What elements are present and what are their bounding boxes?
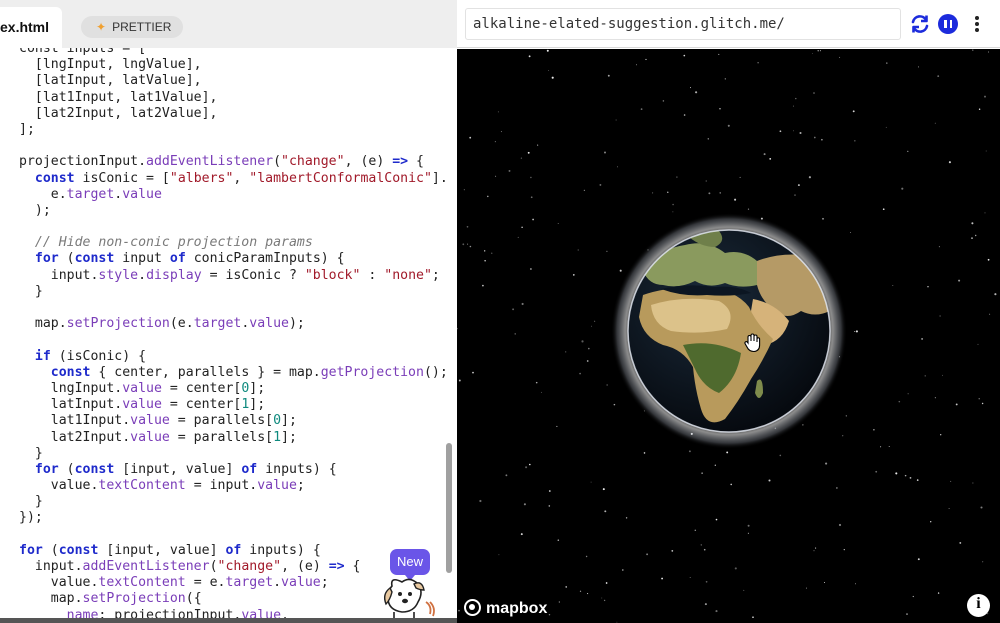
code-line: for (const input of conicParamInputs) {	[34, 251, 345, 267]
code-line: lngInput.value = center[0];	[19, 380, 266, 396]
new-badge-label: New	[396, 554, 423, 569]
preview-header: alkaline-elated-suggestion.glitch.me/	[457, 0, 1000, 48]
code-line: [lat2Input, lat2Value],	[19, 105, 218, 121]
prettier-button[interactable]: ✦ PRETTIER	[81, 16, 183, 38]
mapbox-logo-text: mapbox	[486, 600, 548, 617]
mapbox-logo[interactable]: mapbox	[464, 598, 547, 620]
editor-bottom-bar	[0, 618, 457, 623]
code-line: e.target.value	[19, 186, 162, 202]
info-button[interactable]: i	[967, 594, 990, 617]
code-line: });	[19, 510, 43, 526]
glitch-mascot-icon[interactable]	[380, 578, 440, 623]
code-line: // Hide non-conic projection params	[19, 235, 313, 251]
sparkle-icon: ✦	[96, 20, 107, 34]
tab-file[interactable]: ex.html	[0, 7, 62, 48]
map-canvas[interactable]: mapbox i	[457, 49, 1000, 623]
code-line: ];	[19, 121, 35, 137]
code-line: for (const [input, value] of inputs) {	[34, 461, 337, 477]
code-line: const inputs = [	[19, 48, 147, 56]
code-line: const { center, parallels } = map.getPro…	[50, 364, 448, 380]
code-lines: const inputs = [ [lngInput, lngValue], […	[19, 48, 448, 623]
code-line: input.style.display = isConic ? "block" …	[19, 267, 440, 283]
code-line: projectionInput.addEventListener("change…	[19, 154, 424, 170]
starfield-globe	[457, 49, 997, 623]
code-line: input.addEventListener("change", (e) => …	[19, 559, 361, 574]
pause-button[interactable]	[938, 14, 958, 34]
editor-header: ex.html ✦ PRETTIER	[0, 0, 457, 48]
refresh-icon[interactable]	[909, 13, 931, 35]
tab-file-label: ex.html	[0, 19, 50, 35]
url-text: alkaline-elated-suggestion.glitch.me/	[473, 16, 785, 32]
code-editor[interactable]: const inputs = [ [lngInput, lngValue], […	[0, 48, 457, 623]
mapbox-logo-icon	[464, 599, 481, 616]
code-line: value.textContent = input.value;	[19, 478, 305, 494]
code-line: [lngInput, lngValue],	[19, 57, 202, 73]
code-line: lat2Input.value = parallels[1];	[19, 429, 297, 445]
grab-hand-icon	[744, 333, 761, 353]
prettier-label: PRETTIER	[112, 20, 172, 34]
code-line: const isConic = ["albers", "lambertConfo…	[34, 170, 448, 186]
code-line: for (const [input, value] of inputs) {	[19, 542, 321, 558]
pause-icon	[944, 20, 947, 28]
code-line: }	[19, 494, 43, 510]
code-line: if (isConic) {	[34, 348, 147, 364]
editor-scrollbar-thumb[interactable]	[446, 443, 452, 573]
code-line: [latInput, latValue],	[19, 73, 202, 89]
info-icon: i	[976, 595, 981, 612]
code-line: latInput.value = center[1];	[19, 397, 266, 413]
url-field[interactable]: alkaline-elated-suggestion.glitch.me/	[465, 8, 901, 40]
code-line: }	[19, 283, 43, 299]
preview-pane: alkaline-elated-suggestion.glitch.me/ ma…	[457, 0, 1000, 623]
code-line: }	[19, 445, 43, 461]
code-line: );	[19, 202, 51, 218]
code-line: lat1Input.value = parallels[0];	[19, 413, 297, 429]
code-editor-pane: ex.html ✦ PRETTIER const inputs = [ [lngI…	[0, 0, 457, 623]
code-line: map.setProjection(e.target.value);	[19, 316, 305, 332]
new-badge[interactable]: New	[390, 549, 430, 581]
code-line: [lat1Input, lat1Value],	[19, 89, 218, 105]
kebab-menu-icon[interactable]	[970, 13, 984, 35]
